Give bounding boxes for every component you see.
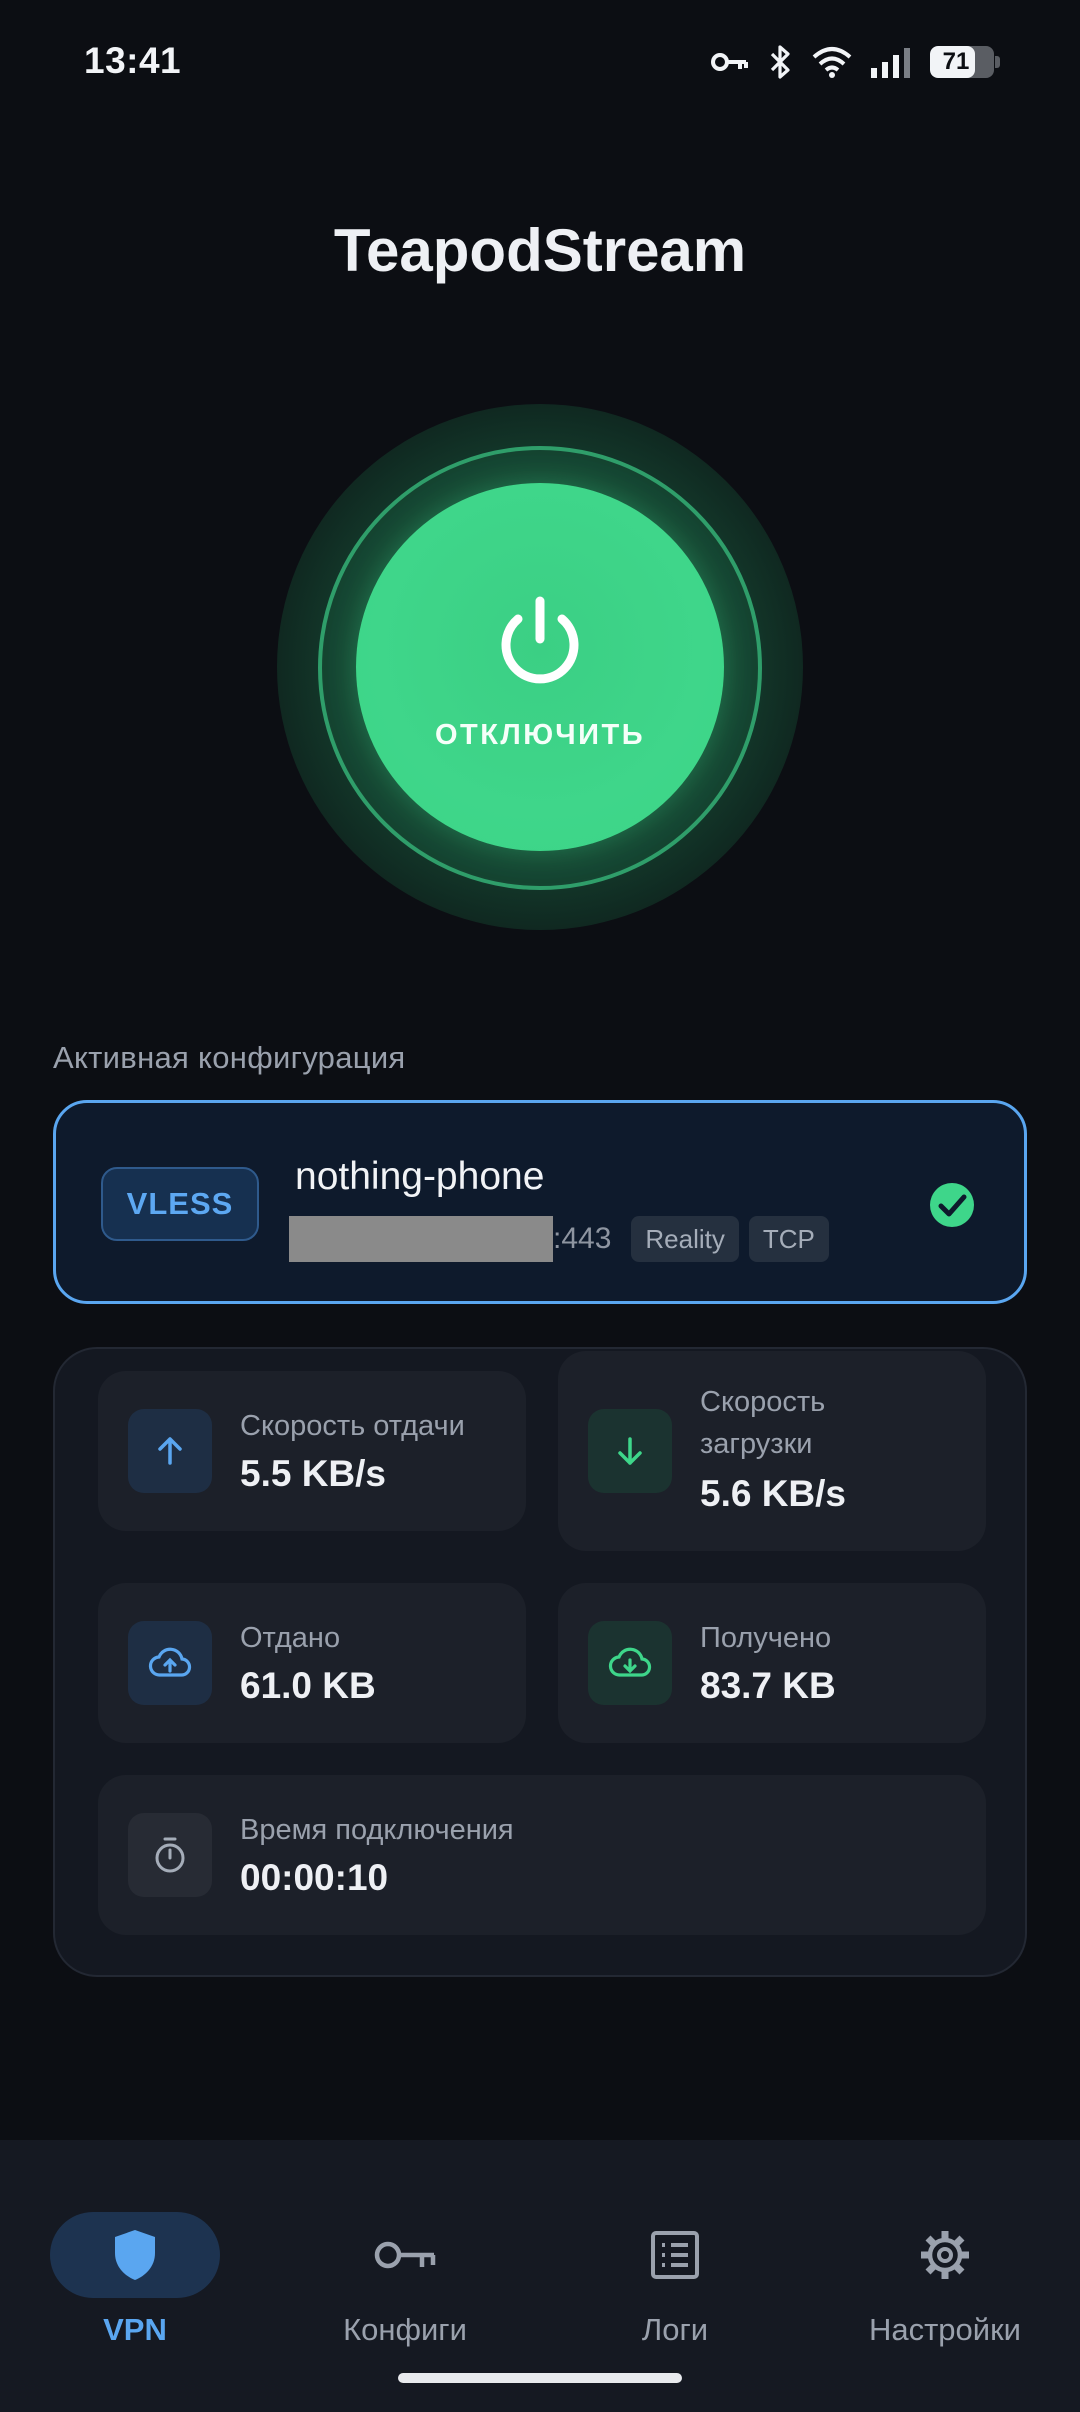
disconnect-label: ОТКЛЮЧИТЬ (434, 719, 646, 751)
tag-transport: TCP (748, 1216, 829, 1262)
power-icon (490, 593, 590, 698)
connection-time-value: 00:00:10 (240, 1857, 389, 1898)
sent-tile: Отдано 61.0 KB (98, 1583, 526, 1743)
download-speed-label: Скорость загрузки (700, 1386, 826, 1460)
connection-time-tile: Время подключения 00:00:10 (98, 1775, 986, 1935)
battery-icon: 71 (930, 46, 1000, 78)
disconnect-button[interactable]: ОТКЛЮЧИТЬ (356, 483, 724, 851)
key-icon (370, 2220, 440, 2290)
home-indicator[interactable] (398, 2373, 682, 2383)
cloud-upload-icon (128, 1621, 212, 1705)
app-title: TeapodStream (333, 217, 747, 284)
tag-security: Reality (631, 1216, 739, 1262)
gear-icon (910, 2220, 980, 2290)
vpn-screen: 13:41 71 TeapodStream ОТКЛЮЧИТЬ Активная… (0, 0, 1080, 2412)
download-speed-value: 5.6 KB/s (700, 1473, 847, 1514)
connection-time-label: Время подключения (240, 1814, 514, 1846)
check-circle-icon (928, 1181, 976, 1234)
config-address: :443 Reality TCP (289, 1215, 839, 1263)
sent-label: Отдано (240, 1622, 341, 1654)
config-name: nothing-phone (295, 1155, 545, 1198)
nav-item-settings[interactable]: Настройки (810, 2176, 1080, 2347)
status-bar: 13:41 71 (0, 0, 1080, 120)
nav-label-vpn: VPN (103, 2312, 167, 2347)
shield-icon (100, 2220, 170, 2290)
status-icons: 71 (710, 42, 1000, 82)
nav-item-configs[interactable]: Конфиги (270, 2176, 540, 2347)
signal-icon (870, 46, 912, 78)
arrow-down-icon (588, 1409, 672, 1493)
nav-label-logs: Логи (641, 2312, 709, 2347)
config-port: :443 (553, 1222, 612, 1255)
battery-level: 71 (942, 48, 970, 75)
list-icon (640, 2220, 710, 2290)
received-label: Получено (700, 1622, 832, 1654)
arrow-up-icon (128, 1409, 212, 1493)
nav-item-logs[interactable]: Логи (540, 2176, 810, 2347)
nav-item-vpn[interactable]: VPN (0, 2176, 270, 2347)
active-config-card[interactable]: VLESS nothing-phone :443 Reality TCP (53, 1100, 1027, 1304)
upload-speed-value: 5.5 KB/s (240, 1453, 387, 1494)
stats-panel: Скорость отдачи 5.5 KB/s Скорость загруз… (53, 1347, 1027, 1977)
vpn-key-icon (710, 48, 750, 76)
wifi-icon (812, 46, 852, 78)
bottom-navigation: VPN Конфиги Логи Настройки (0, 2140, 1080, 2412)
sent-value: 61.0 KB (240, 1665, 376, 1706)
upload-speed-label: Скорость отдачи (240, 1410, 465, 1442)
upload-speed-tile: Скорость отдачи 5.5 KB/s (98, 1371, 526, 1531)
download-speed-tile: Скорость загрузки 5.6 KB/s (558, 1351, 986, 1551)
nav-label-configs: Конфиги (343, 2312, 467, 2347)
received-value: 83.7 KB (700, 1665, 836, 1706)
timer-icon (128, 1813, 212, 1897)
cloud-download-icon (588, 1621, 672, 1705)
redacted-address (289, 1216, 553, 1262)
nav-label-settings: Настройки (868, 2312, 1021, 2347)
status-time: 13:41 (84, 40, 182, 81)
received-tile: Получено 83.7 KB (558, 1583, 986, 1743)
active-config-heading: Активная конфигурация (53, 1040, 406, 1075)
protocol-badge: VLESS (101, 1167, 259, 1241)
bluetooth-icon (768, 44, 794, 80)
